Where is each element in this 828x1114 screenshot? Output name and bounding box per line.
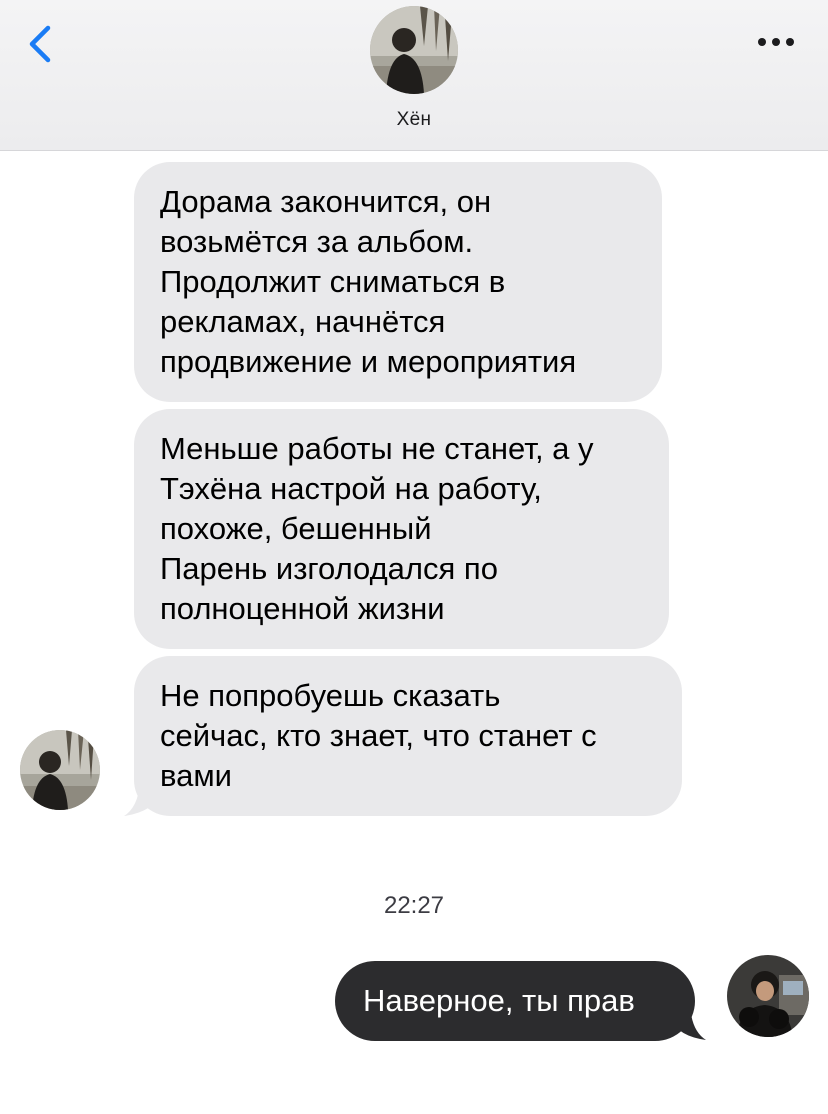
avatar-photo [370,6,458,94]
outgoing-message-bubble[interactable]: Наверное, ты прав [335,961,695,1041]
incoming-message-bubble[interactable]: Не попробуешь сказать сейчас, кто знает,… [134,656,682,816]
avatar-photo [727,955,809,1037]
chat-screen: Хён Дорама закончится, он возьмётся за а… [0,0,828,1114]
incoming-message-bubble[interactable]: Дорама закончится, он возьмётся за альбо… [134,162,662,402]
user-avatar[interactable] [727,955,809,1037]
contact-info: Хён [0,6,828,131]
message-timestamp: 22:27 [383,892,445,919]
contact-avatar[interactable] [370,6,458,94]
avatar-photo [20,730,100,810]
more-options-button[interactable] [754,30,798,54]
incoming-message-bubble[interactable]: Меньше работы не станет, а у Тэхёна наст… [134,409,669,649]
chat-header: Хён [0,0,828,151]
sender-avatar[interactable] [20,730,100,810]
contact-name: Хён [396,109,432,130]
outgoing-bubble-tail [672,1000,706,1040]
incoming-bubble-tail [124,776,158,816]
ellipsis-icon [758,38,794,46]
